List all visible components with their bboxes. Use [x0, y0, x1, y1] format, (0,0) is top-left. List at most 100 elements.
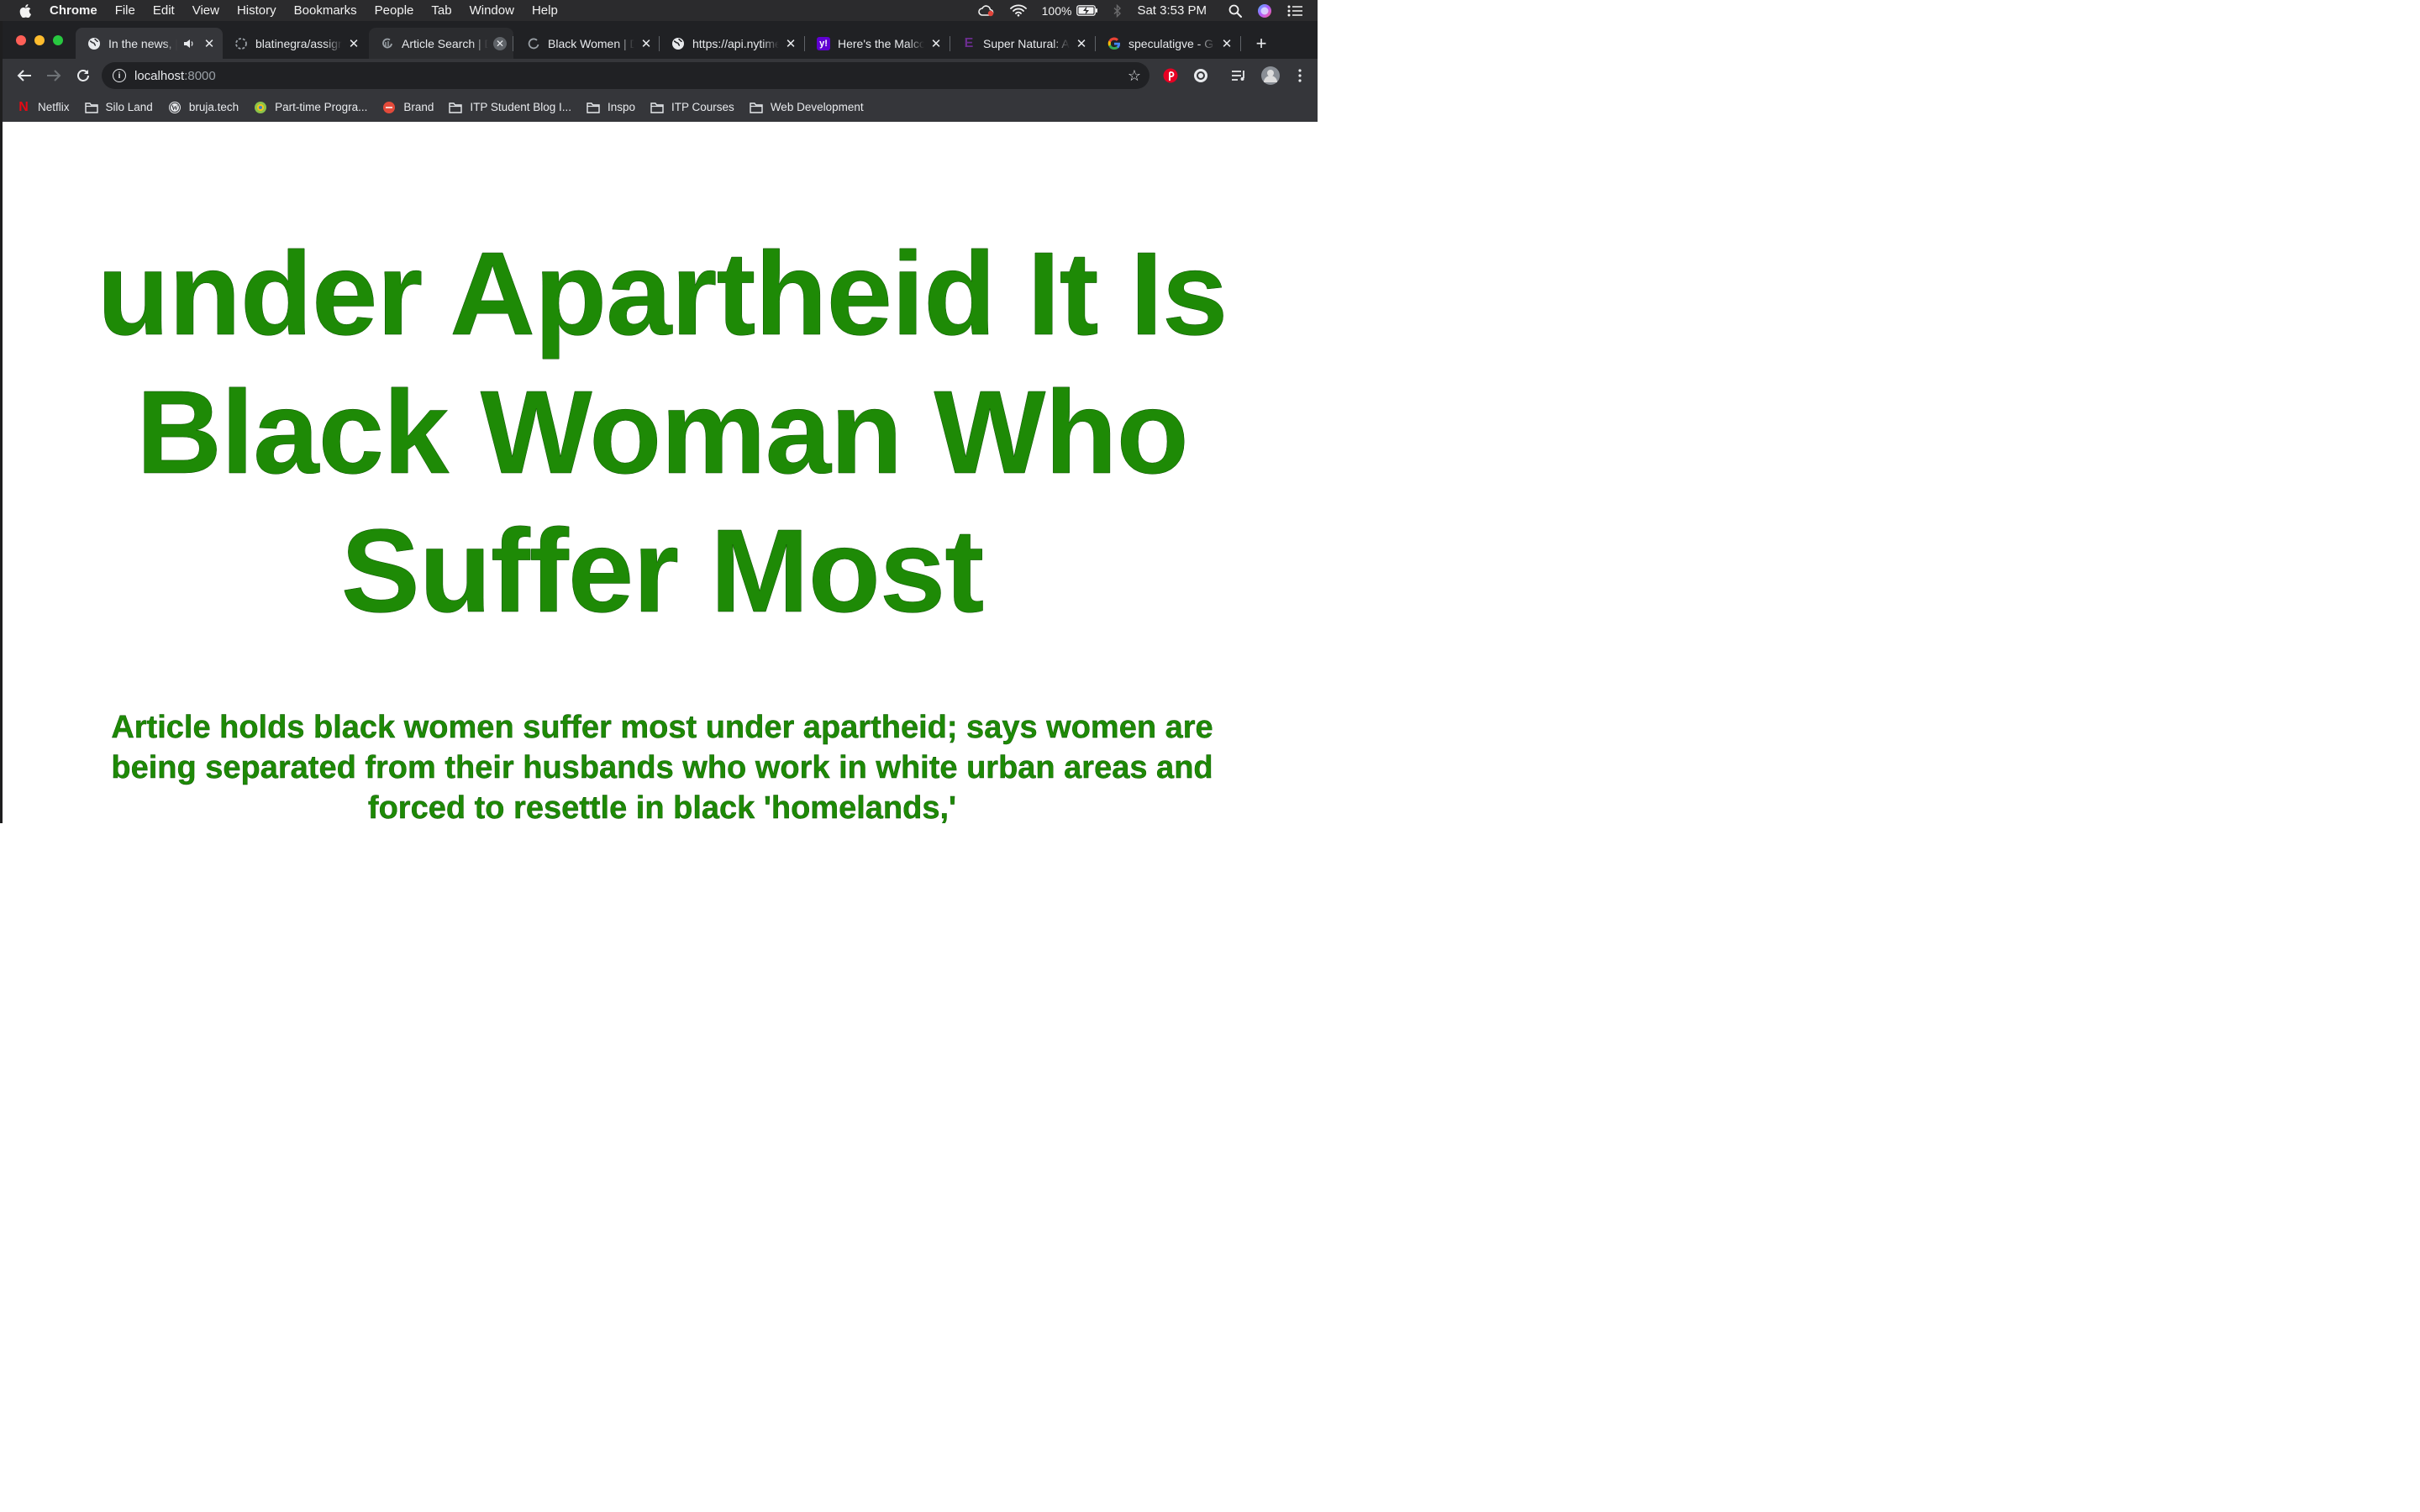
bookmark-label: ITP Courses	[671, 101, 734, 113]
tab-in-the-news[interactable]: In the news, | ✕	[76, 28, 223, 59]
menu-people[interactable]: People	[375, 3, 414, 18]
creative-cloud-icon[interactable]	[977, 4, 995, 17]
nyt-icon	[381, 37, 394, 50]
spotlight-search-icon[interactable]	[1228, 4, 1242, 18]
tab-malcolm[interactable]: y! Here's the Malco ✕	[805, 28, 950, 59]
bookmark-itp-student-blog[interactable]: ITP Student Blog I...	[449, 101, 571, 114]
bookmark-label: Netflix	[38, 101, 70, 113]
url-host: localhost	[134, 68, 185, 83]
bookmark-netflix[interactable]: N Netflix	[17, 99, 70, 114]
bookmark-silo-land[interactable]: Silo Land	[84, 101, 153, 114]
loading-spinner-icon	[527, 37, 540, 50]
tab-api-nytimes[interactable]: https://api.nytime ✕	[660, 28, 804, 59]
menu-help[interactable]: Help	[532, 3, 558, 18]
bookmark-web-development[interactable]: Web Development	[750, 101, 864, 114]
address-bar[interactable]: i localhost :8000 ☆	[102, 62, 1150, 89]
site-info-icon[interactable]: i	[113, 69, 126, 82]
site-icon	[254, 101, 267, 114]
page-content: under Apartheid It Is Black Woman Who Su…	[3, 122, 1318, 823]
tab-google-search[interactable]: speculatigve - G ✕	[1096, 28, 1240, 59]
siri-icon[interactable]	[1257, 3, 1272, 18]
close-window-button[interactable]	[16, 35, 26, 45]
browser-toolbar: i localhost :8000 ☆	[3, 59, 1318, 92]
bookmark-part-time-program[interactable]: Part-time Progra...	[254, 101, 367, 114]
url-port: :8000	[184, 68, 216, 83]
notification-center-icon[interactable]	[1287, 5, 1302, 17]
minimize-window-button[interactable]	[34, 35, 45, 45]
svg-text:W: W	[171, 104, 178, 112]
tab-title: In the news, |	[108, 36, 177, 50]
menu-app-name[interactable]: Chrome	[50, 3, 97, 18]
battery-charging-icon[interactable]	[1076, 5, 1098, 16]
google-icon	[1107, 37, 1121, 50]
reload-icon[interactable]	[73, 66, 93, 86]
yahoo-icon: y!	[817, 36, 830, 50]
tab-black-women[interactable]: Black Women | D ✕	[515, 28, 660, 59]
close-tab-icon[interactable]: ✕	[203, 37, 216, 51]
folder-icon	[650, 101, 664, 114]
tab-super-natural[interactable]: E Super Natural: A ✕	[950, 28, 1095, 59]
menubar-clock[interactable]: Sat 3:53 PM	[1137, 3, 1207, 18]
menu-history[interactable]: History	[237, 3, 276, 18]
article-headline: under Apartheid It Is Black Woman Who Su…	[97, 227, 1228, 638]
bookmark-label: Web Development	[770, 101, 864, 113]
macos-menu-bar: Chrome File Edit View History Bookmarks …	[0, 0, 1318, 21]
folder-icon	[84, 101, 98, 114]
netflix-icon: N	[18, 99, 29, 114]
tab-article-search[interactable]: Article Search | D ✕	[369, 28, 513, 59]
menu-bookmarks[interactable]: Bookmarks	[294, 3, 357, 18]
menu-edit[interactable]: Edit	[153, 3, 175, 18]
tab-strip: In the news, | ✕ blatinegra/assign ✕ Art…	[3, 21, 1318, 59]
e-logo-icon: E	[964, 35, 974, 50]
back-arrow-icon[interactable]	[14, 66, 34, 86]
wifi-icon[interactable]	[1009, 4, 1027, 17]
tab-title: speculatigve - G	[1128, 36, 1214, 50]
bookmark-label: Inspo	[608, 101, 636, 113]
zoom-window-button[interactable]	[53, 35, 63, 45]
browser-window: In the news, | ✕ blatinegra/assign ✕ Art…	[0, 21, 1318, 823]
close-tab-icon[interactable]: ✕	[1220, 37, 1234, 51]
tab-blatinegra[interactable]: blatinegra/assign ✕	[223, 28, 367, 59]
tab-separator	[1095, 36, 1096, 51]
bookmark-label: Brand	[403, 101, 434, 113]
new-tab-plus-icon[interactable]: +	[1251, 33, 1271, 54]
close-tab-icon[interactable]: ✕	[1075, 37, 1088, 51]
reading-list-icon[interactable]	[1231, 67, 1248, 84]
menu-file[interactable]: File	[115, 3, 135, 18]
forward-arrow-icon[interactable]	[44, 66, 64, 86]
tab-title: https://api.nytime	[692, 36, 779, 50]
site-icon	[382, 101, 396, 114]
menu-tab[interactable]: Tab	[431, 3, 451, 18]
bookmark-bruja-tech[interactable]: W bruja.tech	[168, 101, 239, 114]
pinterest-extension-icon[interactable]	[1162, 67, 1179, 84]
bookmark-itp-courses[interactable]: ITP Courses	[650, 101, 734, 114]
tab-separator	[804, 36, 805, 51]
close-tab-icon[interactable]: ✕	[784, 37, 797, 51]
bookmark-label: Part-time Progra...	[275, 101, 368, 113]
menu-window[interactable]: Window	[470, 3, 514, 18]
wordpress-icon: W	[168, 101, 182, 114]
menu-view[interactable]: View	[192, 3, 219, 18]
close-tab-icon[interactable]: ✕	[639, 37, 653, 51]
apple-menu-icon[interactable]	[19, 3, 31, 18]
tab-separator	[659, 36, 660, 51]
loading-spinner-icon	[234, 37, 248, 50]
tab-title: Article Search | D	[402, 36, 488, 50]
close-tab-icon[interactable]: ✕	[347, 37, 360, 51]
bluetooth-icon[interactable]	[1113, 3, 1122, 18]
more-menu-icon[interactable]	[1292, 67, 1308, 84]
bookmark-inspo[interactable]: Inspo	[587, 101, 635, 114]
close-tab-icon[interactable]: ✕	[493, 36, 507, 50]
profile-avatar[interactable]	[1260, 66, 1281, 85]
folder-icon	[750, 101, 763, 114]
folder-icon	[587, 101, 600, 114]
extension-circle-icon[interactable]	[1192, 67, 1209, 84]
close-tab-icon[interactable]: ✕	[929, 37, 943, 51]
tab-separator	[1240, 36, 1241, 51]
article-abstract: Article holds black women suffer most un…	[111, 710, 1213, 823]
bookmark-label: Silo Land	[105, 101, 153, 113]
tab-audio-icon[interactable]	[182, 37, 196, 50]
bookmark-brand[interactable]: Brand	[382, 101, 434, 114]
bookmark-label: bruja.tech	[188, 101, 239, 113]
bookmark-star-icon[interactable]: ☆	[1128, 67, 1141, 85]
